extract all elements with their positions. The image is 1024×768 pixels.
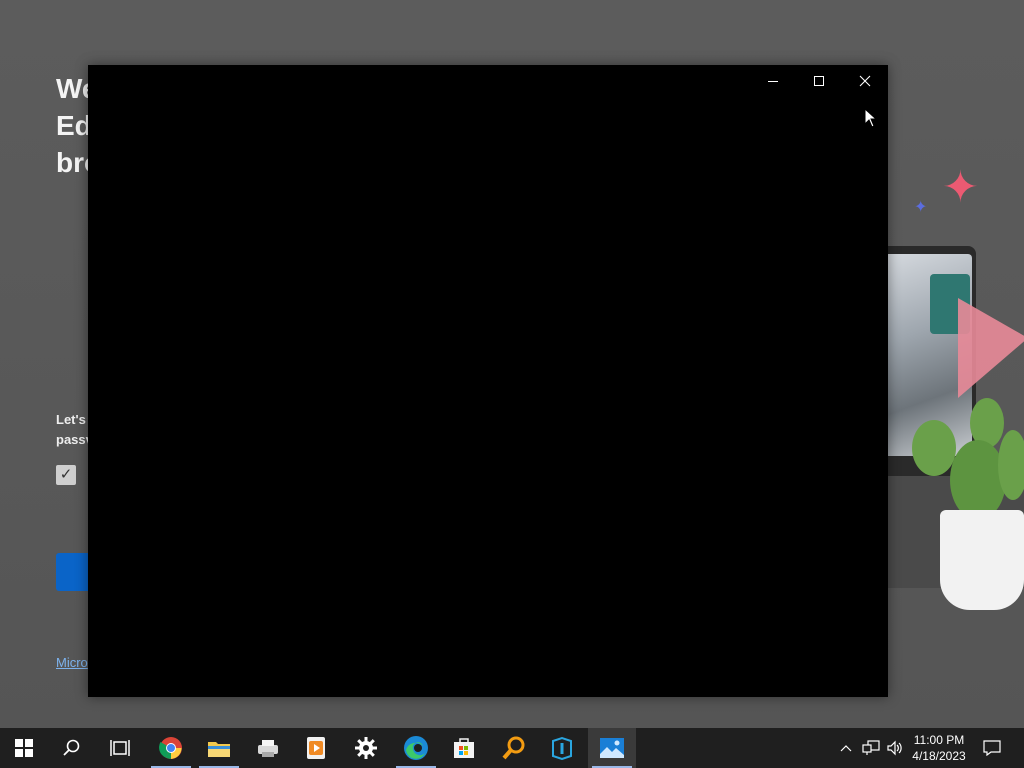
taskbar-photos[interactable] [588, 728, 636, 768]
import-checkbox[interactable]: ✓ [56, 465, 76, 485]
magnifier-app-icon [502, 736, 525, 760]
show-hidden-icons-button[interactable] [836, 728, 856, 768]
taskbar-app-6[interactable] [292, 728, 340, 768]
minimize-button[interactable] [750, 65, 796, 97]
app-window[interactable] [88, 65, 888, 697]
speaker-icon [887, 740, 902, 756]
store-icon [454, 738, 474, 758]
task-view-button[interactable] [96, 728, 144, 768]
minimize-icon [768, 81, 778, 82]
close-button[interactable] [842, 65, 888, 97]
app-icon [552, 736, 572, 760]
search-icon [63, 739, 80, 756]
gear-icon [355, 737, 377, 759]
sparkle-small-icon: ✦ [914, 199, 928, 216]
taskbar-app-5[interactable] [244, 728, 292, 768]
action-center-button[interactable] [976, 728, 1008, 768]
taskbar-file-explorer[interactable] [195, 728, 243, 768]
network-tray-button[interactable] [860, 728, 882, 768]
paper-plane-illustration [958, 298, 1024, 398]
mouse-cursor-icon [864, 108, 878, 128]
taskbar-app-11[interactable] [538, 728, 586, 768]
taskbar: 11:00 PM 4/18/2023 [0, 728, 1024, 768]
search-button[interactable] [48, 728, 96, 768]
network-icon [862, 740, 880, 755]
task-view-icon [110, 740, 130, 756]
printer-icon [258, 740, 278, 757]
cactus-pad [950, 440, 1006, 520]
maximize-button[interactable] [796, 65, 842, 97]
close-icon [859, 75, 871, 87]
clock-date: 4/18/2023 [912, 749, 966, 763]
start-button[interactable] [0, 728, 48, 768]
photos-icon [600, 738, 624, 758]
cactus-pad [998, 430, 1024, 500]
taskbar-chrome[interactable] [147, 728, 195, 768]
folder-icon [208, 742, 230, 757]
volume-tray-button[interactable] [884, 728, 906, 768]
media-player-icon [307, 737, 325, 759]
plant-pot-illustration [940, 510, 1024, 610]
chrome-icon [159, 737, 182, 759]
sparkle-icon: ✦ [942, 163, 979, 212]
taskbar-clock[interactable]: 11:00 PM 4/18/2023 [906, 728, 972, 768]
notification-icon [983, 740, 1001, 756]
taskbar-settings[interactable] [342, 728, 390, 768]
chevron-up-icon [840, 745, 852, 752]
taskbar-store[interactable] [440, 728, 488, 768]
edge-icon [404, 736, 428, 760]
cactus-pad [912, 420, 956, 476]
windows-logo-icon [15, 739, 33, 757]
clock-time: 11:00 PM [913, 733, 965, 747]
maximize-icon [814, 76, 824, 86]
taskbar-search-app[interactable] [490, 728, 538, 768]
taskbar-edge[interactable] [392, 728, 440, 768]
microsoft-link[interactable]: Micro [56, 655, 88, 670]
